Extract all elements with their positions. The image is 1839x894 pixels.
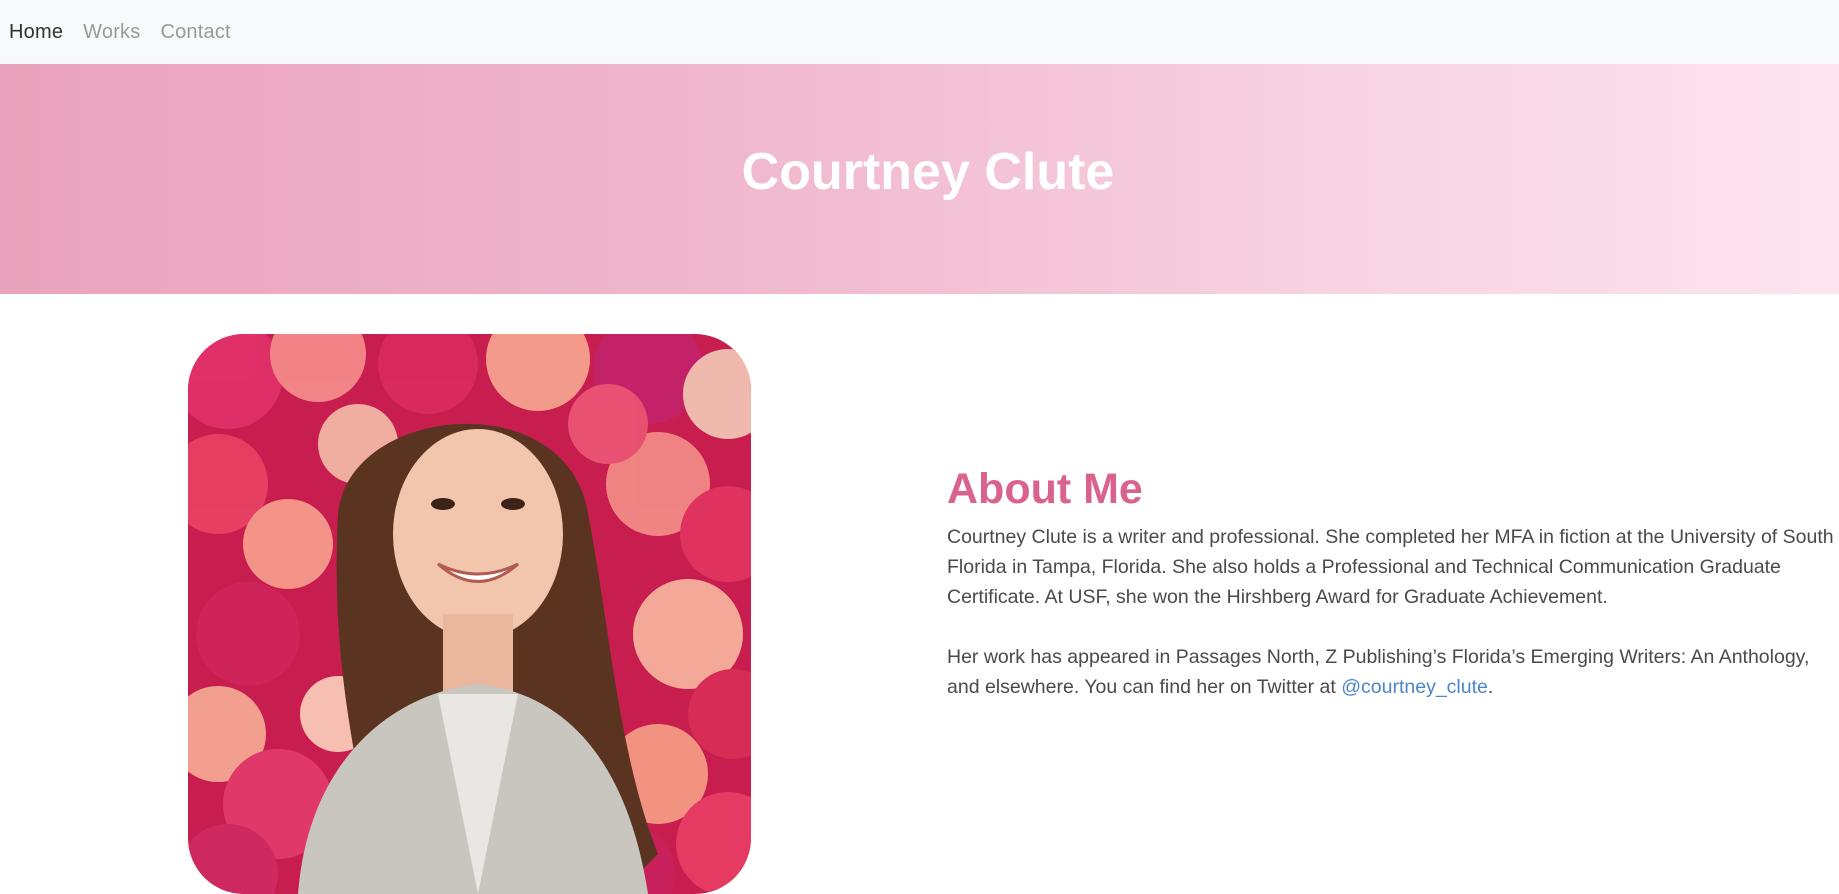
nav-list: Home Works Contact — [0, 21, 251, 44]
about-paragraph-2-end: . — [1487, 676, 1494, 699]
nav-contact-link[interactable]: Contact — [160, 21, 230, 44]
about-paragraph-2: Her work has appeared in Passages North,… — [947, 642, 1839, 702]
about-heading: About Me — [947, 465, 1143, 513]
hero-title: Courtney Clute — [741, 143, 1115, 201]
nav-works-link[interactable]: Works — [83, 21, 140, 44]
navbar: Home Works Contact — [0, 0, 1839, 64]
about-paragraph-1: Courtney Clute is a writer and professio… — [947, 526, 1834, 609]
nav-home-link[interactable]: Home — [9, 21, 63, 44]
twitter-link[interactable]: @courtney_clute — [1341, 676, 1488, 698]
about-section: About Me Courtney Clute is a writer and … — [947, 465, 1839, 702]
profile-photo — [188, 334, 751, 894]
hero-banner: Courtney Clute — [0, 64, 1839, 294]
